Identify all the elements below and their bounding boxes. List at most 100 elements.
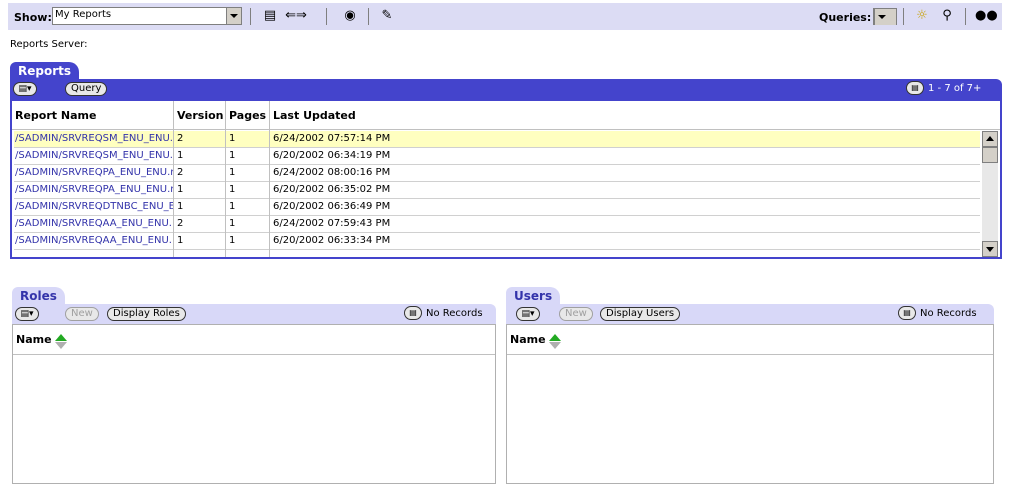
- edit-icon[interactable]: ✎: [378, 7, 396, 25]
- table-row[interactable]: /SADMIN/SRVREQDTNBC_ENU_E 1 1 6/20/2002 …: [14, 199, 980, 216]
- toolbar-divider: [250, 8, 251, 25]
- sort-ascending-icon[interactable]: [54, 333, 67, 341]
- updated-cell: 6/20/2002 06:34:19 PM: [273, 150, 391, 161]
- pages-cell: 1: [229, 167, 236, 178]
- pages-cell: 1: [229, 133, 236, 144]
- scroll-thumb[interactable]: [982, 147, 998, 163]
- updated-cell: 6/24/2002 07:57:14 PM: [273, 133, 391, 144]
- queries-label: Queries:: [819, 11, 872, 24]
- chevron-down-icon[interactable]: [874, 9, 896, 25]
- scroll-icon[interactable]: ▤: [261, 7, 279, 25]
- column-divider: [269, 101, 270, 257]
- find-icon[interactable]: ⚲: [938, 7, 956, 25]
- table-row[interactable]: /SADMIN/SRVREQPA_ENU_ENU.r 2 1 6/24/2002…: [14, 165, 980, 182]
- updated-cell: 6/20/2002 06:35:02 PM: [273, 184, 391, 195]
- scroll-up-button[interactable]: [982, 131, 998, 147]
- toolbar-divider: [903, 8, 904, 25]
- pages-cell: 1: [229, 184, 236, 195]
- version-cell: 2: [177, 218, 184, 229]
- column-divider: [173, 101, 174, 257]
- queries-select[interactable]: [873, 8, 897, 25]
- report-name-link[interactable]: /SADMIN/SRVREQSM_ENU_ENU.r: [15, 133, 174, 144]
- updated-cell: 6/24/2002 07:59:43 PM: [273, 218, 391, 229]
- reports-table: Report Name Version Pages Last Updated /…: [10, 99, 1002, 259]
- record-nav-icon[interactable]: ▤: [906, 81, 924, 95]
- column-header-version[interactable]: Version: [177, 109, 224, 122]
- column-header-name[interactable]: Name: [510, 333, 561, 349]
- reports-action-bar: ▤▾ Query ▤ 1 - 7 of 7+: [10, 79, 1002, 99]
- toolbar-divider: [368, 8, 369, 25]
- roles-list: Name: [12, 324, 496, 484]
- table-row[interactable]: /SADMIN/SRVREQSM_ENU_ENU.r 1 1 6/20/2002…: [14, 148, 980, 165]
- updated-cell: 6/20/2002 06:33:34 PM: [273, 235, 391, 246]
- record-nav-icon[interactable]: ▤: [898, 306, 916, 320]
- binoculars-icon[interactable]: ●●: [975, 7, 998, 25]
- table-row[interactable]: /SADMIN/SRVREQAA_ENU_ENU. 1 1 6/20/2002 …: [14, 233, 980, 250]
- new-query-icon[interactable]: ☼: [913, 7, 931, 25]
- tab-users[interactable]: Users: [506, 287, 561, 305]
- pages-cell: 1: [229, 235, 236, 246]
- display-roles-button[interactable]: Display Roles: [107, 307, 186, 321]
- column-header-pages[interactable]: Pages: [229, 109, 266, 122]
- version-cell: 1: [177, 150, 184, 161]
- column-header-last-updated[interactable]: Last Updated: [273, 109, 356, 122]
- users-record-count: No Records: [920, 308, 977, 319]
- reports-server-label: Reports Server:: [10, 39, 88, 50]
- version-cell: 2: [177, 167, 184, 178]
- users-list: Name: [506, 324, 994, 484]
- column-header-name[interactable]: Name: [16, 333, 67, 349]
- version-cell: 1: [177, 235, 184, 246]
- column-header-report-name[interactable]: Report Name: [15, 109, 96, 122]
- users-action-bar: ▤▾ New Display Users ▤ No Records: [506, 304, 994, 324]
- toolbar-divider: [326, 8, 327, 25]
- sort-descending-icon[interactable]: [548, 341, 561, 349]
- show-label: Show:: [14, 11, 52, 24]
- globe-icon[interactable]: ◉: [341, 7, 359, 25]
- query-button[interactable]: Query: [65, 82, 108, 96]
- header-divider: [12, 129, 1000, 130]
- column-divider: [225, 101, 226, 257]
- menu-button[interactable]: ▤▾: [13, 82, 37, 96]
- record-nav-icon[interactable]: ▤: [404, 306, 422, 320]
- report-name-link[interactable]: /SADMIN/SRVREQAA_ENU_ENU.: [15, 218, 174, 229]
- version-cell: 2: [177, 133, 184, 144]
- new-role-button[interactable]: New: [65, 307, 99, 321]
- tab-users-label: Users: [514, 289, 553, 303]
- header-divider: [507, 354, 993, 355]
- toolbar-divider: [965, 8, 966, 25]
- report-name-link[interactable]: /SADMIN/SRVREQAA_ENU_ENU.: [15, 235, 174, 246]
- column-header-name-label: Name: [16, 333, 52, 346]
- tab-reports[interactable]: Reports: [10, 62, 80, 80]
- pages-cell: 1: [229, 218, 236, 229]
- sort-descending-icon[interactable]: [54, 341, 67, 349]
- version-cell: 1: [177, 201, 184, 212]
- sort-ascending-icon[interactable]: [548, 333, 561, 341]
- pages-cell: 1: [229, 201, 236, 212]
- table-row[interactable]: /SADMIN/SRVREQSM_ENU_ENU.r 2 1 6/24/2002…: [14, 131, 980, 148]
- table-row[interactable]: /SADMIN/SRVREQAA_ENU_ENU. 2 1 6/24/2002 …: [14, 216, 980, 233]
- updated-cell: 6/24/2002 08:00:16 PM: [273, 167, 391, 178]
- record-count: 1 - 7 of 7+: [928, 83, 982, 94]
- back-forward-icon[interactable]: ⇐⇒: [281, 7, 311, 25]
- report-name-link[interactable]: /SADMIN/SRVREQPA_ENU_ENU.r: [15, 167, 174, 178]
- roles-action-bar: ▤▾ New Display Roles ▤ No Records: [12, 304, 496, 324]
- table-row[interactable]: /SADMIN/SRVREQPA_ENU_ENU.r 1 1 6/20/2002…: [14, 182, 980, 199]
- display-users-button[interactable]: Display Users: [600, 307, 681, 321]
- updated-cell: 6/20/2002 06:36:49 PM: [273, 201, 391, 212]
- version-cell: 1: [177, 184, 184, 195]
- roles-record-count: No Records: [426, 308, 483, 319]
- scroll-down-button[interactable]: [982, 241, 998, 257]
- show-select[interactable]: My Reports: [52, 7, 242, 25]
- report-name-link[interactable]: /SADMIN/SRVREQPA_ENU_ENU.r: [15, 184, 174, 195]
- menu-button[interactable]: ▤▾: [516, 307, 540, 321]
- header-divider: [13, 354, 495, 355]
- tab-roles[interactable]: Roles: [12, 287, 65, 305]
- report-name-link[interactable]: /SADMIN/SRVREQSM_ENU_ENU.r: [15, 150, 174, 161]
- new-user-button[interactable]: New: [559, 307, 593, 321]
- vertical-scrollbar[interactable]: [982, 131, 998, 257]
- tab-reports-label: Reports: [18, 64, 72, 78]
- report-name-link[interactable]: /SADMIN/SRVREQDTNBC_ENU_E: [15, 201, 174, 212]
- show-select-value: My Reports: [55, 9, 112, 20]
- menu-button[interactable]: ▤▾: [15, 307, 39, 321]
- chevron-down-icon[interactable]: [226, 8, 241, 24]
